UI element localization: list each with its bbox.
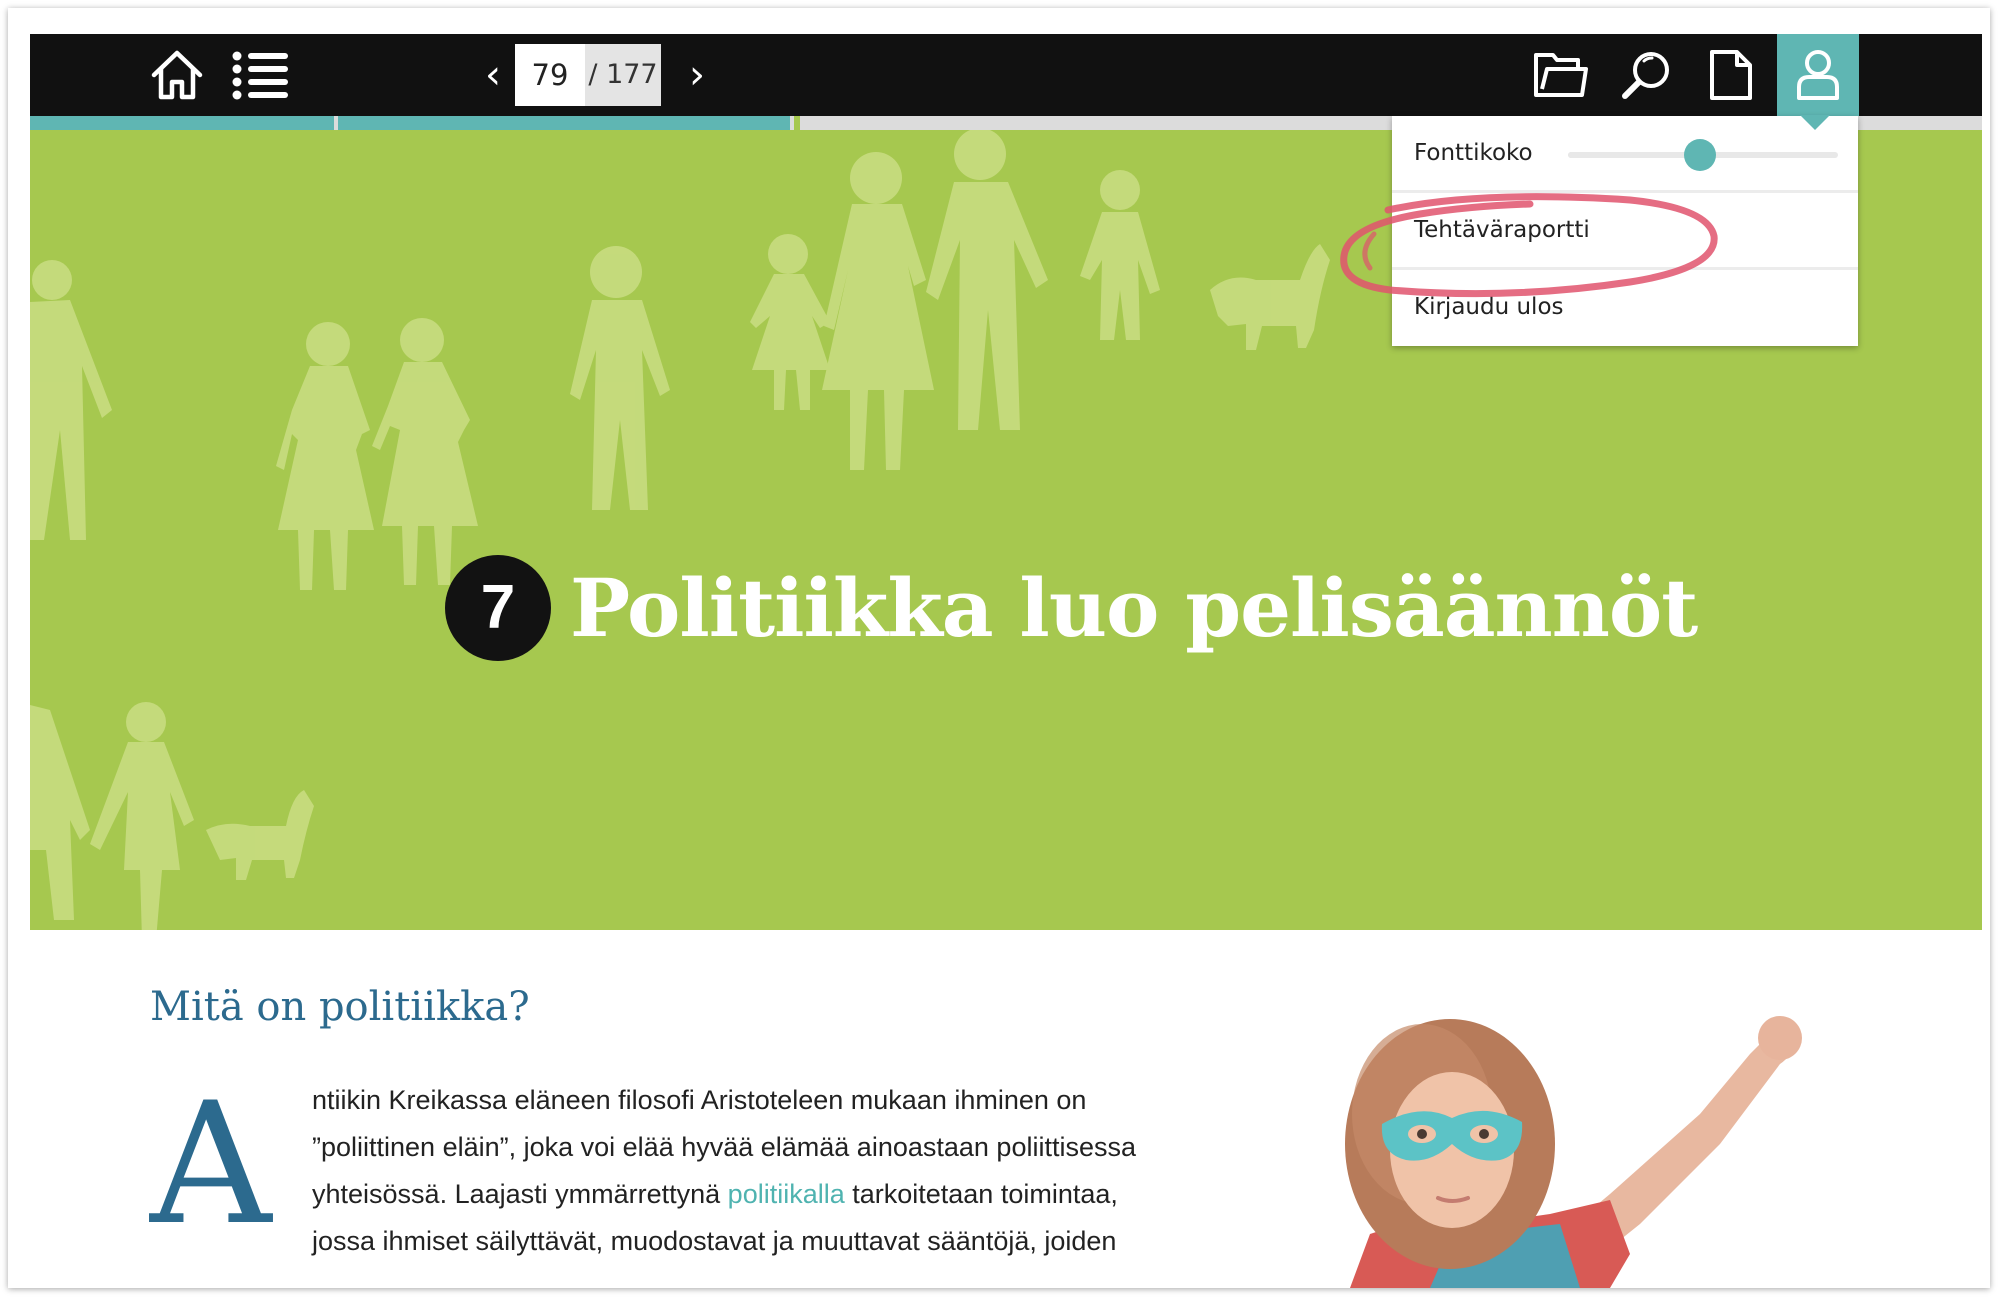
paragraph-line: ntiikin Kreikassa eläneen filosofi Arist… [312, 1085, 1087, 1115]
task-report-menu-item[interactable]: Tehtäväraportti [1392, 193, 1858, 267]
paragraph-line: yhteisössä. Laajasti ymmärrettynä politi… [312, 1171, 1192, 1218]
section-heading: Mitä on politiikka? [150, 984, 530, 1030]
font-size-label: Fonttikoko [1414, 140, 1533, 166]
home-icon [151, 50, 203, 100]
folder-icon [1534, 53, 1588, 97]
table-of-contents-button[interactable] [230, 44, 292, 106]
page-number-input[interactable] [515, 44, 585, 106]
notes-button[interactable] [1700, 44, 1762, 106]
font-size-slider-thumb[interactable] [1684, 139, 1717, 171]
page-total: / 177 [585, 44, 661, 106]
next-page-button[interactable]: › [680, 50, 714, 100]
drop-cap: A [150, 1066, 272, 1262]
user-dropdown-menu: Fonttikoko Tehtäväraportti Kirjaudu ulos [1392, 115, 1858, 346]
paragraph-text: yhteisössä. Laajasti ymmärrettynä [312, 1179, 728, 1209]
logout-menu-item[interactable]: Kirjaudu ulos [1392, 270, 1858, 344]
list-icon [232, 51, 288, 100]
font-size-row: Fonttikoko [1392, 116, 1858, 190]
progress-segment[interactable] [338, 116, 790, 130]
progress-segment[interactable] [30, 116, 334, 130]
folder-button[interactable] [1530, 44, 1592, 106]
glossary-term-link[interactable]: politiikalla [728, 1179, 845, 1209]
search-icon [1622, 52, 1669, 99]
paragraph-text: tarkoitetaan toimintaa, [844, 1179, 1118, 1209]
user-menu-button[interactable] [1777, 34, 1859, 116]
document-icon [1710, 50, 1752, 100]
screenshot-frame: 7 Politiikka luo pelisäännöt ‹ / 177 › [8, 8, 1990, 1288]
chapter-number-badge: 7 [445, 555, 551, 661]
text-cutoff-fade [312, 1256, 1192, 1286]
top-toolbar: ‹ / 177 › [30, 34, 1982, 116]
previous-page-button[interactable]: ‹ [476, 50, 510, 100]
font-size-slider[interactable] [1568, 139, 1838, 171]
superhero-child-photo [1345, 1016, 1802, 1288]
font-size-slider-fill [1568, 152, 1701, 158]
user-icon [1797, 50, 1839, 100]
home-button[interactable] [146, 44, 208, 106]
chapter-title: Politiikka luo pelisäännöt [570, 561, 1698, 655]
paragraph-line: ”poliittinen eläin”, joka voi elää hyvää… [312, 1132, 1136, 1162]
article-paragraph: ntiikin Kreikassa eläneen filosofi Arist… [312, 1077, 1192, 1265]
search-button[interactable] [1615, 44, 1677, 106]
progress-segment-current[interactable] [794, 116, 800, 130]
ebook-reader: 7 Politiikka luo pelisäännöt ‹ / 177 › [30, 34, 1982, 1288]
